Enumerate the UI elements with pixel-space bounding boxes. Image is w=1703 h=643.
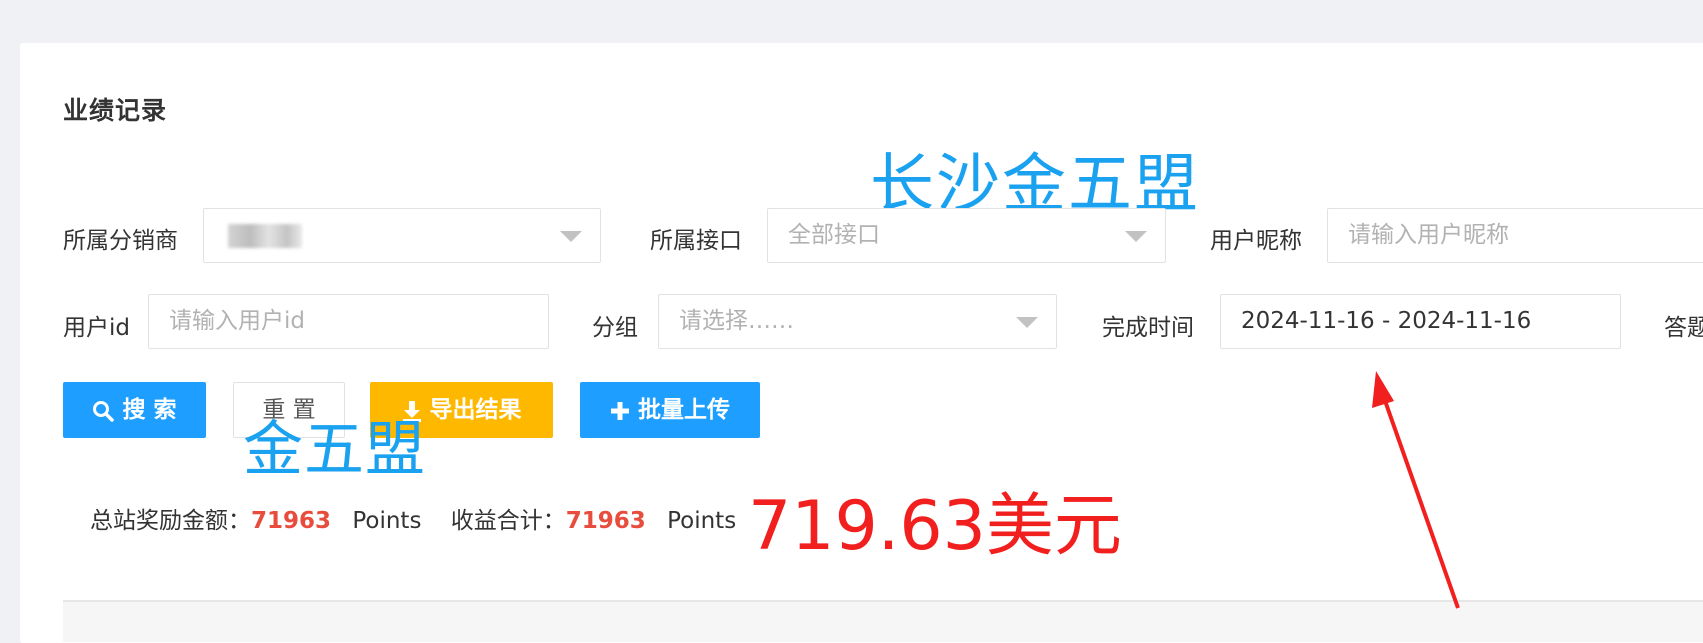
annotation-arrow-icon: [1372, 371, 1460, 609]
